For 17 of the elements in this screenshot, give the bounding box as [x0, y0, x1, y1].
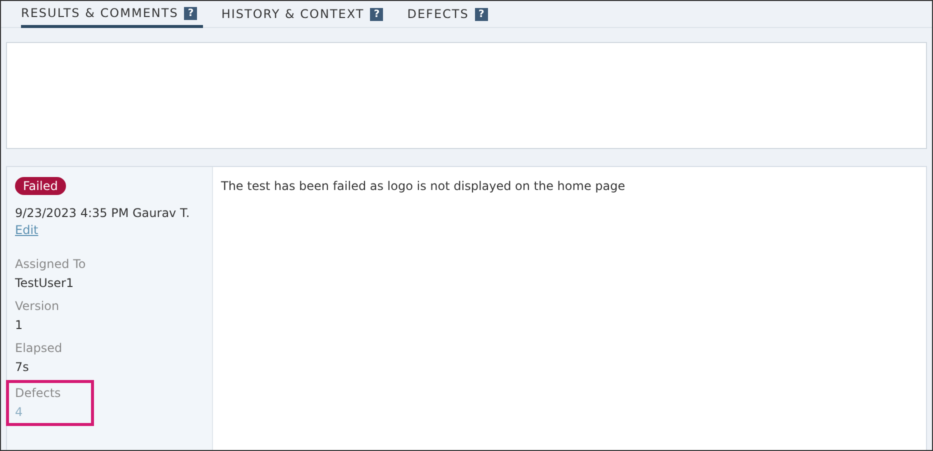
field-value: 1 — [15, 318, 24, 332]
field-label: Version — [15, 299, 60, 313]
field-label: Assigned To — [15, 257, 86, 271]
help-icon[interactable]: ? — [474, 8, 488, 20]
tab[interactable]: HISTORY & CONTEXT ? — [221, 1, 408, 27]
status-badge: Failed — [15, 177, 66, 195]
tab[interactable]: RESULTS & COMMENTS ? — [21, 1, 204, 28]
timestamp: 9/23/2023 4:35 PM Gaurav T. — [15, 206, 191, 220]
help-icon[interactable]: ? — [184, 6, 198, 20]
comment-field[interactable] — [6, 42, 927, 149]
field-value: TestUser1 — [15, 276, 75, 290]
comment-text: The test has been failed as logo is not displayed on the home page — [221, 179, 626, 193]
field-label: Elapsed — [15, 341, 62, 355]
help-icon[interactable]: ? — [370, 8, 384, 20]
field-label: Defects — [15, 386, 61, 400]
tab[interactable]: DEFECTS ? — [407, 1, 512, 27]
field-value: 7s — [15, 360, 30, 374]
